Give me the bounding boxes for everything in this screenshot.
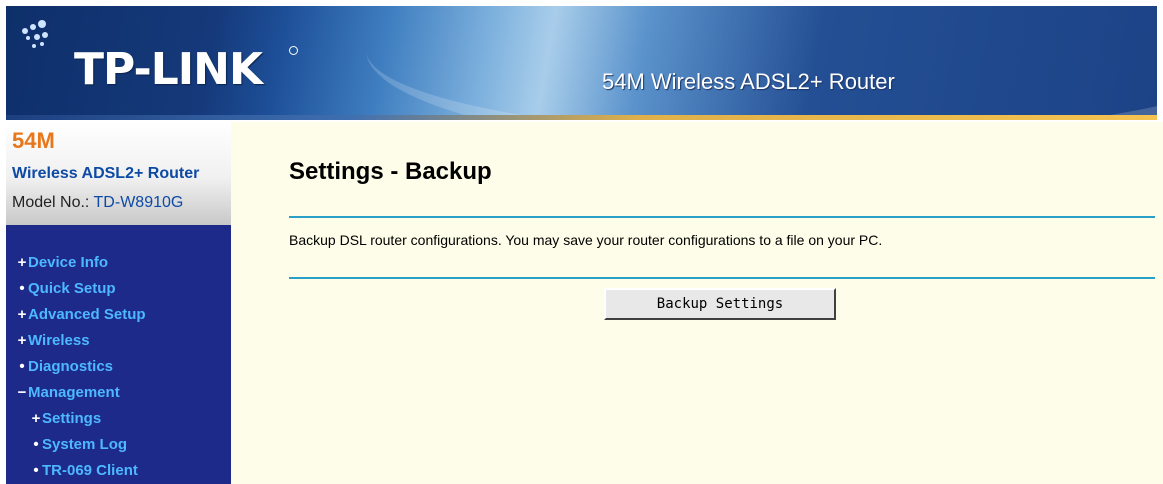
sidebar: 54M Wireless ADSL2+ Router Model No.: TD…: [6, 122, 231, 484]
nav-item-device-info[interactable]: + Device Info: [6, 250, 231, 276]
header-banner: TP-LINK 54M Wireless ADSL2+ Router: [6, 6, 1157, 120]
model-number-label: Model No.:: [12, 194, 94, 211]
registered-mark-icon: [289, 46, 298, 55]
bullet-dot-icon: •: [19, 358, 25, 375]
model-number: Model No.: TD-W8910G: [12, 194, 183, 212]
collapse-minus-icon: −: [17, 384, 27, 401]
divider-top: [289, 216, 1155, 218]
nav-item-wireless[interactable]: + Wireless: [6, 328, 231, 354]
model-speed: 54M: [12, 128, 55, 153]
nav-item-settings[interactable]: + Settings: [6, 406, 231, 432]
bullet-dot-icon: •: [19, 280, 25, 297]
nav-item-label: Advanced Setup: [28, 306, 146, 323]
nav-item-label: TR-069 Client: [42, 462, 138, 479]
nav-item-label: Device Info: [28, 254, 109, 271]
divider-bottom: [289, 277, 1155, 279]
banner-gold-stripe: [6, 115, 1157, 120]
expand-plus-icon: +: [17, 332, 27, 349]
nav-menu: + Device Info • Quick Setup + Advanced Setu…: [6, 250, 231, 484]
banner-swoosh: [366, 6, 1157, 120]
nav-item-label: Settings: [42, 410, 102, 427]
nav-item-system-log[interactable]: • System Log: [6, 432, 231, 458]
bullet-dot-icon: •: [33, 462, 39, 479]
nav-item-advanced-setup[interactable]: + Advanced Setup: [6, 302, 231, 328]
expand-plus-icon: +: [17, 254, 27, 271]
nav-item-tr069-client[interactable]: • TR-069 Client: [6, 458, 231, 484]
nav-item-management[interactable]: − Management: [6, 380, 231, 406]
nav-item-quick-setup[interactable]: • Quick Setup: [6, 276, 231, 302]
nav-item-label: Management: [28, 384, 120, 401]
nav-item-diagnostics[interactable]: • Diagnostics: [6, 354, 231, 380]
model-info-box: 54M Wireless ADSL2+ Router Model No.: TD…: [6, 122, 231, 225]
backup-settings-button[interactable]: Backup Settings: [604, 288, 836, 320]
tp-link-logo: TP-LINK: [74, 44, 263, 95]
expand-plus-icon: +: [17, 306, 27, 323]
page-title: Settings - Backup: [289, 158, 492, 185]
logo-dots-icon: [20, 18, 60, 50]
expand-plus-icon: +: [31, 410, 41, 427]
main-content: Settings - Backup Backup DSL router conf…: [231, 122, 1163, 484]
page-description: Backup DSL router configurations. You ma…: [289, 232, 883, 248]
nav-item-label: Quick Setup: [28, 280, 116, 297]
bullet-dot-icon: •: [33, 436, 39, 453]
nav-item-label: System Log: [42, 436, 128, 453]
header-product-title: 54M Wireless ADSL2+ Router: [602, 69, 895, 94]
model-number-value: TD-W8910G: [93, 194, 184, 211]
model-name: Wireless ADSL2+ Router: [12, 165, 200, 182]
nav-item-label: Wireless: [28, 332, 90, 349]
nav-item-label: Diagnostics: [28, 358, 114, 375]
